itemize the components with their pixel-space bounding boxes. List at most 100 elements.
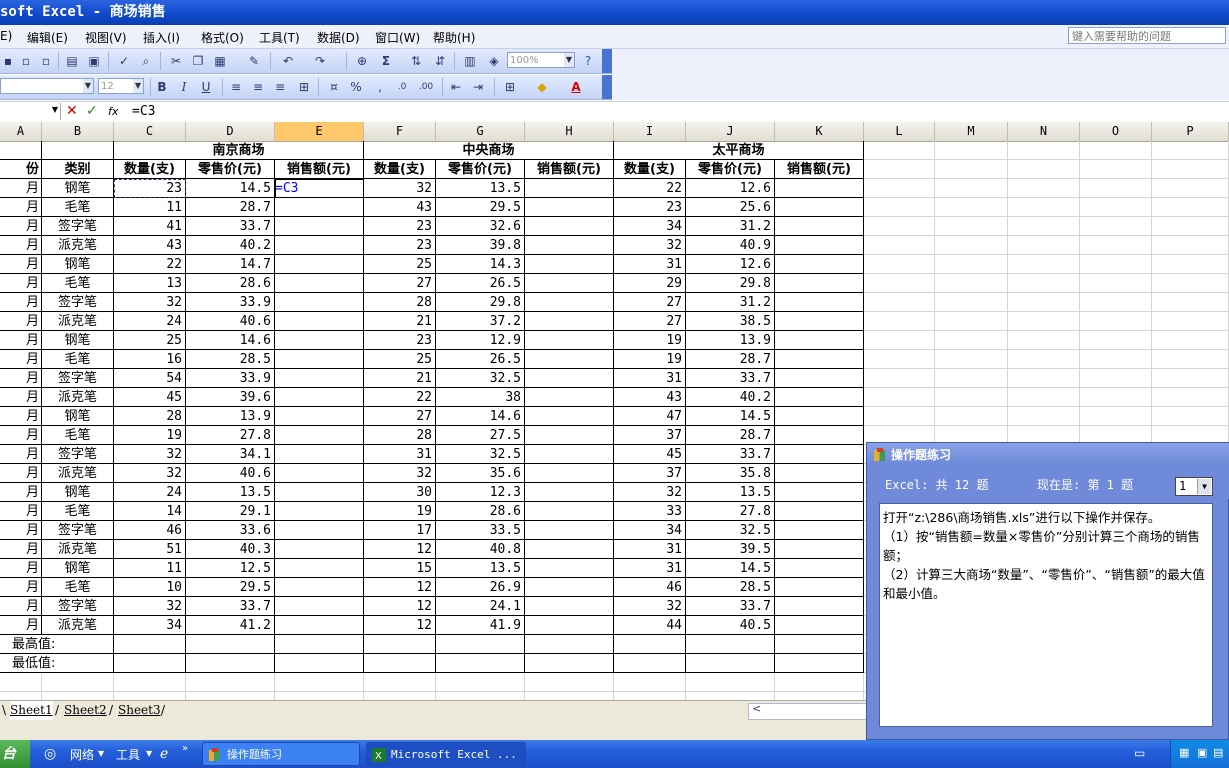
empty-cell[interactable] <box>935 293 1008 312</box>
empty-cell[interactable] <box>1008 160 1080 179</box>
value-cell[interactable] <box>275 255 364 274</box>
empty-cell[interactable] <box>1080 160 1152 179</box>
value-cell[interactable] <box>275 464 364 483</box>
value-cell[interactable]: 26.5 <box>436 350 525 369</box>
value-cell[interactable]: 12.9 <box>436 331 525 350</box>
empty-cell[interactable] <box>935 160 1008 179</box>
value-cell[interactable] <box>525 179 614 198</box>
column-header-d[interactable]: D <box>186 122 275 141</box>
value-cell[interactable]: 12.5 <box>186 559 275 578</box>
month-cell[interactable]: 月 <box>0 407 42 426</box>
value-cell[interactable]: 29.8 <box>686 274 775 293</box>
quick-launch-icon[interactable]: ◎ <box>44 746 56 762</box>
value-cell[interactable]: 37.2 <box>436 312 525 331</box>
empty-cell[interactable] <box>1008 198 1080 217</box>
empty-cell[interactable] <box>864 141 935 160</box>
month-cell[interactable]: 月 <box>0 274 42 293</box>
value-cell[interactable] <box>525 331 614 350</box>
chevron-down-icon[interactable]: ▼ <box>98 749 104 758</box>
column-header-a[interactable]: A <box>0 122 42 141</box>
more-icon[interactable]: » <box>182 743 188 754</box>
empty-cell[interactable] <box>364 673 436 692</box>
value-cell[interactable]: 13.5 <box>436 559 525 578</box>
value-cell[interactable] <box>275 597 364 616</box>
empty-cell[interactable] <box>864 236 935 255</box>
category-cell[interactable]: 钢笔 <box>42 179 114 198</box>
value-cell[interactable]: 28 <box>114 407 186 426</box>
category-cell[interactable]: 钢笔 <box>42 559 114 578</box>
category-cell[interactable]: 钢笔 <box>42 255 114 274</box>
empty-cell[interactable] <box>525 635 614 654</box>
empty-cell[interactable] <box>275 635 364 654</box>
value-cell[interactable] <box>775 426 864 445</box>
italic-icon[interactable]: I <box>176 79 192 95</box>
chart-wizard-icon[interactable]: ▥ <box>462 53 478 69</box>
value-cell[interactable]: 44 <box>614 616 686 635</box>
value-cell[interactable]: 23 <box>114 179 186 198</box>
tab-sheet1[interactable]: Sheet1 <box>10 701 53 720</box>
header-cell[interactable]: 销售额(元) <box>525 160 614 179</box>
category-cell[interactable]: 毛笔 <box>42 350 114 369</box>
value-cell[interactable] <box>775 616 864 635</box>
value-cell[interactable]: 32 <box>114 293 186 312</box>
month-cell[interactable]: 月 <box>0 369 42 388</box>
value-cell[interactable]: 29.5 <box>436 198 525 217</box>
empty-cell[interactable] <box>1152 217 1229 236</box>
header-cell[interactable]: 销售额(元) <box>775 160 864 179</box>
empty-cell[interactable] <box>1152 198 1229 217</box>
decrease-indent-icon[interactable]: ⇤ <box>448 79 464 95</box>
empty-cell[interactable] <box>935 198 1008 217</box>
value-cell[interactable] <box>525 350 614 369</box>
empty-cell[interactable] <box>775 635 864 654</box>
value-cell[interactable]: 32.6 <box>436 217 525 236</box>
tray-icon[interactable]: ▤ <box>1213 746 1223 759</box>
merge-center-icon[interactable]: ⊞ <box>296 79 312 95</box>
empty-cell[interactable] <box>364 654 436 673</box>
sort-ascending-icon[interactable]: ⇅ <box>408 53 424 69</box>
value-cell[interactable]: 31.2 <box>686 217 775 236</box>
empty-cell[interactable] <box>114 635 186 654</box>
value-cell[interactable]: 40.2 <box>186 236 275 255</box>
ie-icon[interactable]: ℯ <box>160 746 168 762</box>
empty-cell[interactable] <box>275 673 364 692</box>
value-cell[interactable]: 13.5 <box>436 179 525 198</box>
empty-cell[interactable] <box>614 654 686 673</box>
value-cell[interactable] <box>775 597 864 616</box>
month-cell[interactable]: 月 <box>0 293 42 312</box>
value-cell[interactable]: 31 <box>614 255 686 274</box>
empty-cell[interactable] <box>1080 331 1152 350</box>
value-cell[interactable]: 24 <box>114 312 186 331</box>
value-cell[interactable] <box>525 578 614 597</box>
chevron-down-icon[interactable]: ▼ <box>146 749 152 758</box>
active-cell-e3[interactable] <box>275 179 364 198</box>
column-header-l[interactable]: L <box>864 122 935 141</box>
value-cell[interactable]: 45 <box>114 388 186 407</box>
value-cell[interactable]: 33.7 <box>186 597 275 616</box>
menu-tools[interactable]: 工具(T) <box>259 29 300 46</box>
font-color-icon[interactable]: A <box>568 79 584 95</box>
value-cell[interactable]: 40.6 <box>186 312 275 331</box>
bold-icon[interactable]: B <box>154 79 170 95</box>
value-cell[interactable]: 29 <box>614 274 686 293</box>
value-cell[interactable]: 19 <box>114 426 186 445</box>
menu-edit[interactable]: 编辑(E) <box>27 29 68 46</box>
empty-cell[interactable] <box>1080 388 1152 407</box>
value-cell[interactable]: 17 <box>364 521 436 540</box>
category-cell[interactable]: 派克笔 <box>42 464 114 483</box>
category-cell[interactable]: 钢笔 <box>42 483 114 502</box>
value-cell[interactable]: 34 <box>614 521 686 540</box>
empty-cell[interactable] <box>1008 293 1080 312</box>
column-header-k[interactable]: K <box>775 122 864 141</box>
empty-cell[interactable] <box>1080 274 1152 293</box>
value-cell[interactable]: 14.5 <box>686 559 775 578</box>
empty-cell[interactable] <box>1008 331 1080 350</box>
value-cell[interactable]: 13.9 <box>686 331 775 350</box>
value-cell[interactable]: 22 <box>614 179 686 198</box>
column-header-i[interactable]: I <box>614 122 686 141</box>
empty-cell[interactable] <box>1008 407 1080 426</box>
category-cell[interactable]: 派克笔 <box>42 312 114 331</box>
value-cell[interactable]: 46 <box>114 521 186 540</box>
empty-cell[interactable] <box>1008 369 1080 388</box>
empty-cell[interactable] <box>935 274 1008 293</box>
category-cell[interactable]: 派克笔 <box>42 236 114 255</box>
